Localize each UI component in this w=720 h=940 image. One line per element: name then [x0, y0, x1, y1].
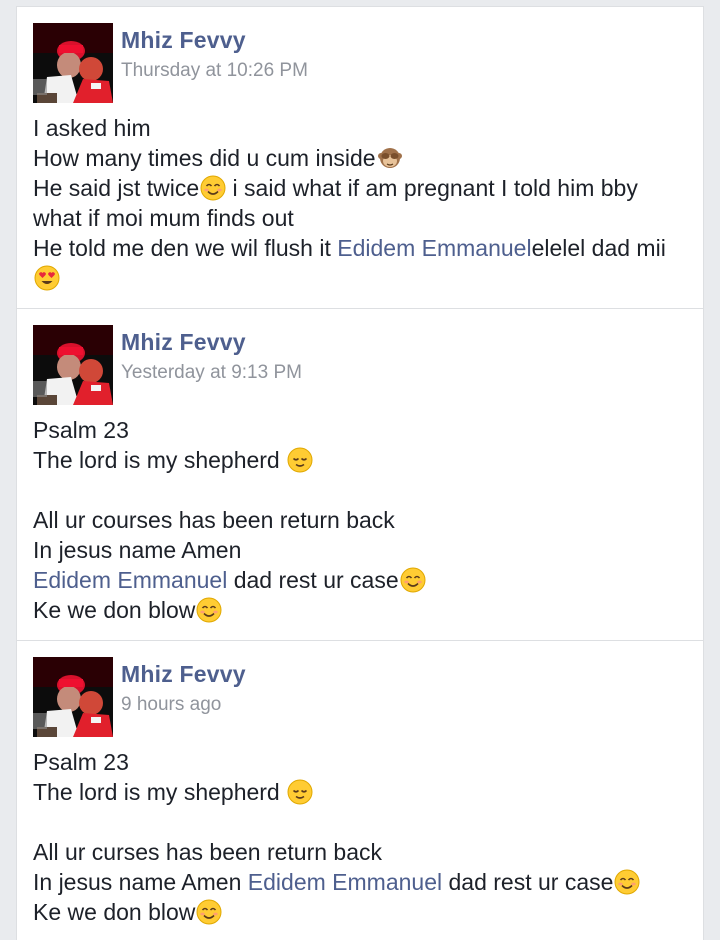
text-segment: what if moi mum finds out [33, 205, 294, 231]
post-line: The lord is my shepherd [33, 445, 691, 475]
text-segment: Psalm 23 [33, 749, 129, 775]
heart-eyes-icon [34, 265, 60, 291]
avatar[interactable] [33, 325, 113, 405]
text-segment: i said what if am pregnant I told him bb… [226, 175, 638, 201]
author-name[interactable]: Mhiz Fevvy [121, 27, 246, 54]
text-segment: He told me den we wil flush it [33, 235, 338, 261]
post-card: Mhiz Fevvy Thursday at 10:26 PM I asked … [16, 6, 704, 308]
text-segment: Ke we don blow [33, 597, 196, 623]
post-line: Psalm 23 [33, 415, 691, 445]
avatar[interactable] [33, 657, 113, 737]
post-line: Psalm 23 [33, 747, 691, 777]
avatar[interactable] [33, 23, 113, 103]
post-timestamp[interactable]: Yesterday at 9:13 PM [121, 362, 302, 384]
post-card: Mhiz Fevvy 9 hours ago Psalm 23 The lord… [16, 640, 704, 940]
text-segment: dad rest ur case [442, 869, 614, 895]
post-card: Mhiz Fevvy Yesterday at 9:13 PM Psalm 23… [16, 308, 704, 640]
text-segment: dad rest ur case [227, 567, 399, 593]
author-name[interactable]: Mhiz Fevvy [121, 329, 246, 356]
post-line: All ur courses has been return back [33, 505, 691, 535]
mention-link[interactable]: Edidem Emmanuel [337, 235, 531, 261]
text-segment: elelel dad mii [531, 235, 666, 261]
post-line: In jesus name Amen [33, 535, 691, 565]
post-line: He said jst twice i said what if am preg… [33, 173, 691, 203]
relieved-face-icon [287, 779, 313, 805]
post-line: The lord is my shepherd [33, 777, 691, 807]
post-line: what if moi mum finds out [33, 203, 691, 233]
author-name[interactable]: Mhiz Fevvy [121, 661, 246, 688]
post-line: He told me den we wil flush it Edidem Em… [33, 233, 691, 263]
relieved-face-icon [287, 447, 313, 473]
text-segment: He said jst twice [33, 175, 200, 201]
text-segment: The lord is my shepherd [33, 447, 287, 473]
post-line [33, 263, 691, 293]
post-timestamp[interactable]: 9 hours ago [121, 694, 221, 716]
post-line: All ur curses has been return back [33, 837, 691, 867]
text-segment: Ke we don blow [33, 899, 196, 925]
post-line: How many times did u cum inside [33, 143, 691, 173]
profile-photo [33, 657, 113, 737]
post-line: Edidem Emmanuel dad rest ur case [33, 565, 691, 595]
text-segment: All ur courses has been return back [33, 507, 395, 533]
text-segment: All ur curses has been return back [33, 839, 383, 865]
post-text: Psalm 23 The lord is my shepherd All ur … [33, 747, 691, 927]
post-line: Ke we don blow [33, 595, 691, 625]
text-segment: In jesus name Amen [33, 537, 242, 563]
text-segment: The lord is my shepherd [33, 779, 287, 805]
post-timestamp[interactable]: Thursday at 10:26 PM [121, 60, 308, 82]
profile-photo [33, 23, 113, 103]
smiling-face-icon [200, 175, 226, 201]
profile-photo [33, 325, 113, 405]
smiling-face-icon [196, 899, 222, 925]
smiling-face-icon [400, 567, 426, 593]
text-segment: How many times did u cum inside [33, 145, 376, 171]
mention-link[interactable]: Edidem Emmanuel [33, 567, 227, 593]
post-line: I asked him [33, 113, 691, 143]
mention-link[interactable]: Edidem Emmanuel [248, 869, 442, 895]
post-line: Ke we don blow [33, 897, 691, 927]
text-segment: In jesus name Amen [33, 869, 248, 895]
post-line-blank [33, 475, 691, 505]
see-no-evil-monkey-icon [377, 145, 403, 171]
post-line: In jesus name Amen Edidem Emmanuel dad r… [33, 867, 691, 897]
text-segment: Psalm 23 [33, 417, 129, 443]
smiling-face-icon [614, 869, 640, 895]
post-text: Psalm 23 The lord is my shepherd All ur … [33, 415, 691, 625]
smiling-face-icon [196, 597, 222, 623]
text-segment: I asked him [33, 115, 151, 141]
post-text: I asked him How many times did u cum ins… [33, 113, 691, 293]
post-line-blank [33, 807, 691, 837]
news-feed: Mhiz Fevvy Thursday at 10:26 PM I asked … [0, 0, 720, 940]
